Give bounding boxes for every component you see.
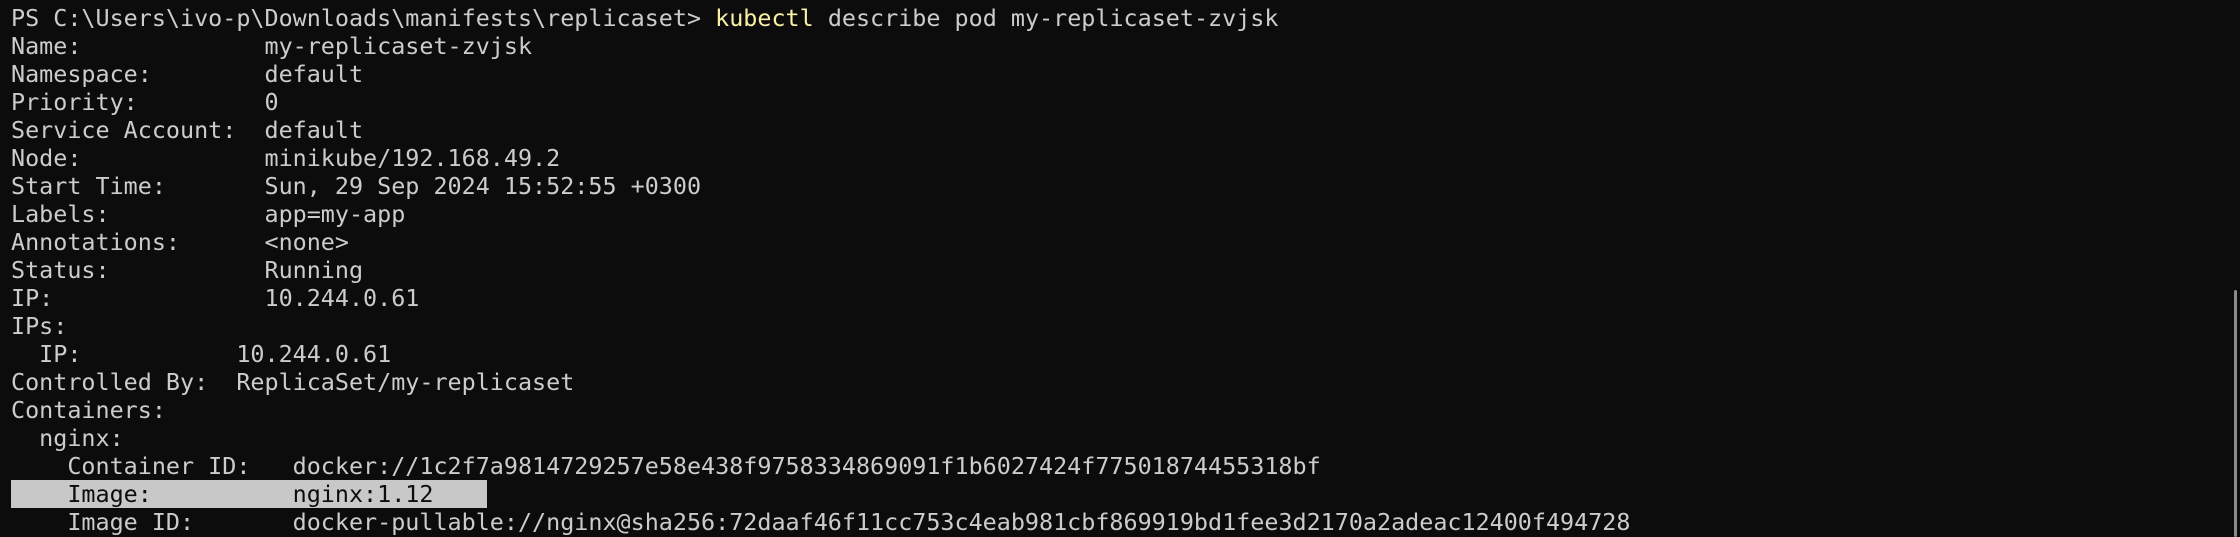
- output-line-image-id: Image ID: docker-pullable://nginx@sha256…: [11, 508, 1631, 536]
- output-line-container-id: Container ID: docker://1c2f7a9814729257e…: [11, 452, 1321, 480]
- output-line-controlled-by: Controlled By: ReplicaSet/my-replicaset: [11, 368, 575, 396]
- output-line-labels: Labels: app=my-app: [11, 200, 406, 228]
- output-line-image-selected[interactable]: Image: nginx:1.12: [11, 480, 1630, 508]
- command-name: kubectl: [715, 4, 814, 32]
- output-line-namespace: Namespace: default: [11, 60, 364, 88]
- prompt-line: PS C:\Users\ivo-p\Downloads\manifests\re…: [11, 4, 1630, 32]
- output-line-name: Name: my-replicaset-zvjsk: [11, 32, 533, 60]
- output-line-node: Node: minikube/192.168.49.2: [11, 144, 561, 172]
- command-args: describe pod my-replicaset-zvjsk: [827, 4, 1279, 32]
- output-line-start-time: Start Time: Sun, 29 Sep 2024 15:52:55 +0…: [11, 172, 702, 200]
- selection-highlight[interactable]: Image: nginx:1.12: [11, 480, 488, 508]
- terminal-window[interactable]: PS C:\Users\ivo-p\Downloads\manifests\re…: [0, 0, 2240, 537]
- output-line-service-account: Service Account: default: [11, 116, 364, 144]
- output-line-nginx: nginx:: [11, 424, 124, 452]
- output-line-containers: Containers:: [11, 396, 166, 424]
- output-line-status: Status: Running: [11, 256, 364, 284]
- terminal-output[interactable]: PS C:\Users\ivo-p\Downloads\manifests\re…: [11, 4, 1630, 536]
- output-line-ips-ip: IP: 10.244.0.61: [11, 340, 392, 368]
- scrollbar-thumb[interactable]: [2234, 290, 2237, 537]
- output-line-ips-header: IPs:: [11, 312, 68, 340]
- scrollbar[interactable]: [2228, 0, 2240, 537]
- prompt-path: PS C:\Users\ivo-p\Downloads\manifests\re…: [11, 4, 702, 32]
- output-line-ip: IP: 10.244.0.61: [11, 284, 420, 312]
- output-line-priority: Priority: 0: [11, 88, 279, 116]
- output-line-annotations: Annotations: <none>: [11, 228, 349, 256]
